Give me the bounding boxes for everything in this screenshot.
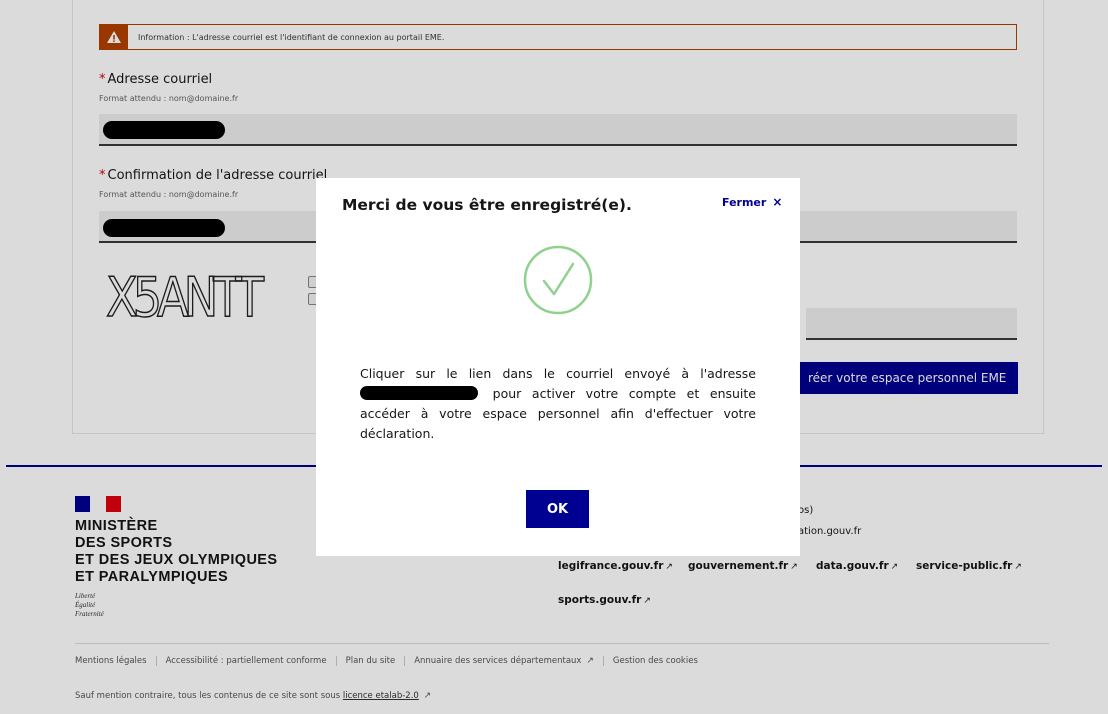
close-icon: ×: [772, 195, 783, 209]
modal-title: Merci de vous être enregistré(e).: [342, 196, 632, 214]
modal-message: Cliquer sur le lien dans le courriel env…: [360, 366, 756, 441]
ok-button[interactable]: OK: [526, 490, 589, 528]
close-button[interactable]: Fermer ×: [722, 195, 782, 209]
success-check-icon: [523, 245, 593, 315]
confirmation-modal: Merci de vous être enregistré(e). Fermer…: [316, 178, 800, 556]
redacted-address: [360, 386, 478, 400]
